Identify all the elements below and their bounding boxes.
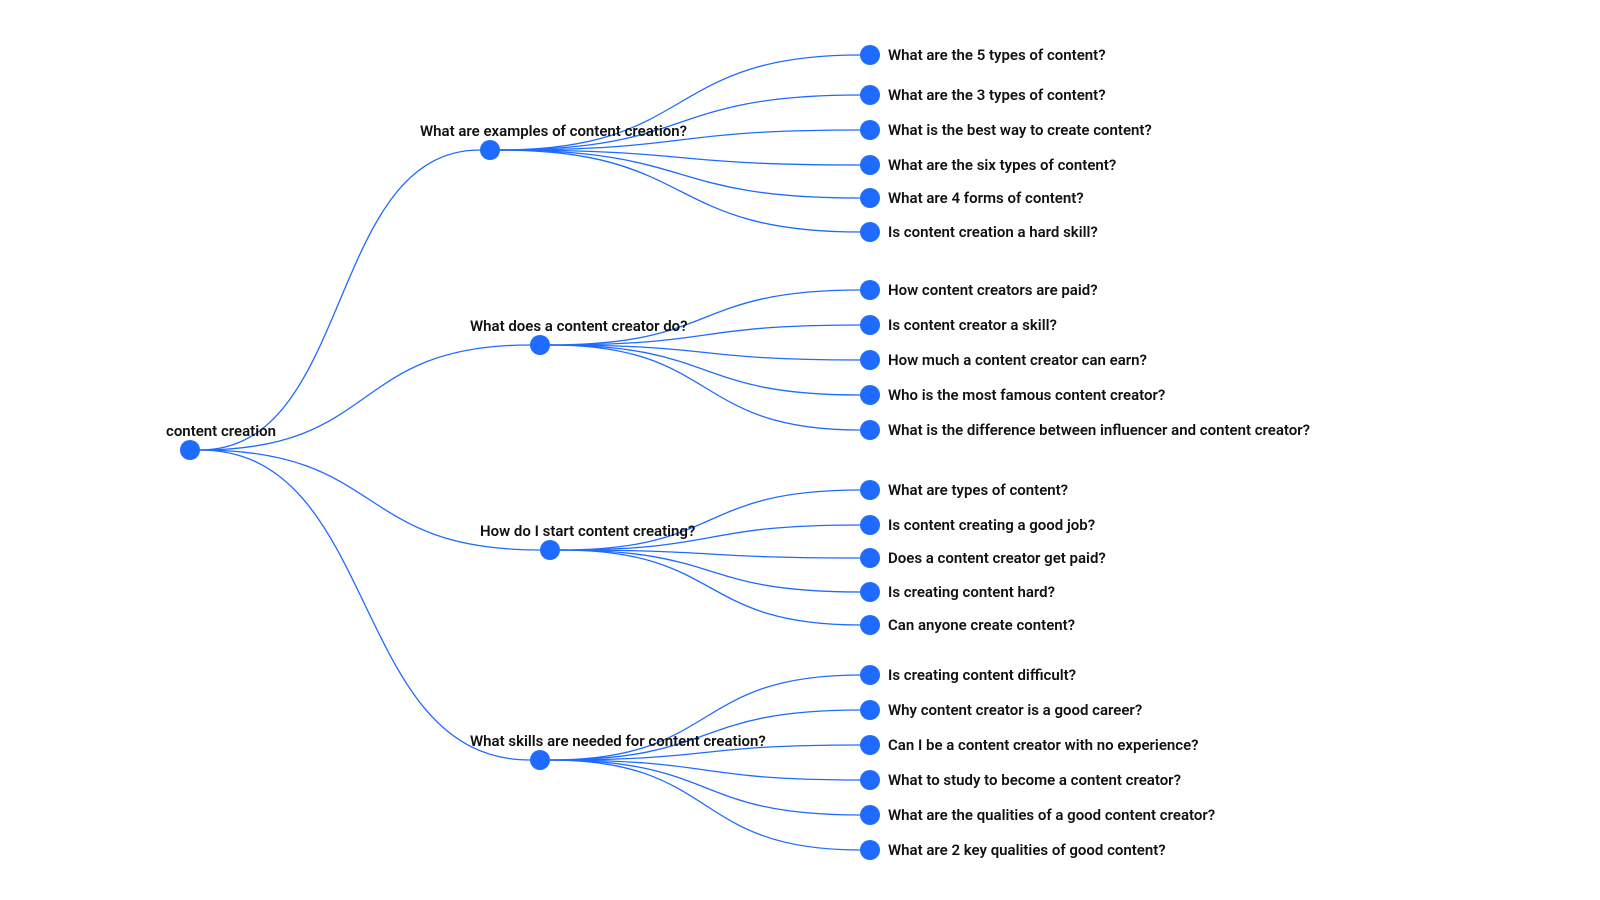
leaf-label: How content creators are paid? (888, 281, 1098, 299)
leaf-label: Is content creator a skill? (888, 316, 1057, 334)
edges-group (200, 55, 860, 850)
branch-label: What does a content creator do? (470, 317, 688, 335)
leaf-node[interactable] (860, 120, 880, 140)
leaf-node[interactable] (860, 222, 880, 242)
leaf-label: What are the qualities of a good content… (888, 806, 1215, 824)
leaf-node[interactable] (860, 420, 880, 440)
leaf-node[interactable] (860, 280, 880, 300)
edge-branch-to-leaf (560, 550, 860, 592)
leaf-label: What is the difference between influence… (888, 421, 1310, 439)
leaf-label: What is the best way to create content? (888, 121, 1152, 139)
edge-branch-to-leaf (560, 550, 860, 625)
leaf-node[interactable] (860, 615, 880, 635)
leaf-label: Who is the most famous content creator? (888, 386, 1165, 404)
leaf-label: What are 4 forms of content? (888, 189, 1084, 207)
leaf-node[interactable] (860, 840, 880, 860)
leaf-label: What are the six types of content? (888, 156, 1116, 174)
branch-node[interactable] (530, 335, 550, 355)
leaf-node[interactable] (860, 770, 880, 790)
edge-branch-to-leaf (550, 760, 860, 850)
edge-root-to-branch (200, 150, 480, 450)
leaf-node[interactable] (860, 805, 880, 825)
leaf-label: Is content creation a hard skill? (888, 223, 1098, 241)
leaf-label: What are the 5 types of content? (888, 46, 1106, 64)
leaf-label: What are types of content? (888, 481, 1068, 499)
leaf-node[interactable] (860, 515, 880, 535)
edge-branch-to-leaf (560, 490, 860, 550)
leaf-node[interactable] (860, 315, 880, 335)
leaf-node[interactable] (860, 188, 880, 208)
mindmap-canvas: content creation What are examples of con… (0, 0, 1600, 900)
leaf-label: How much a content creator can earn? (888, 351, 1147, 369)
edge-branch-to-leaf (500, 150, 860, 232)
leaf-label: Why content creator is a good career? (888, 701, 1142, 719)
leaf-node[interactable] (860, 665, 880, 685)
leaf-node[interactable] (860, 385, 880, 405)
root-node[interactable] (180, 440, 200, 460)
leaf-label: What to study to become a content creato… (888, 771, 1181, 789)
leaf-label: Can anyone create content? (888, 616, 1075, 634)
leaf-node[interactable] (860, 45, 880, 65)
leaf-label: What are 2 key qualities of good content… (888, 841, 1166, 859)
edge-branch-to-leaf (550, 760, 860, 815)
branch-node[interactable] (540, 540, 560, 560)
branch-label: What are examples of content creation? (420, 122, 687, 140)
branch-label: What skills are needed for content creat… (470, 732, 766, 750)
leaf-label: Does a content creator get paid? (888, 549, 1106, 567)
leaf-node[interactable] (860, 480, 880, 500)
leaf-label: Is creating content difficult? (888, 666, 1076, 684)
leaf-node[interactable] (860, 350, 880, 370)
leaf-label: Is creating content hard? (888, 583, 1055, 601)
root-label: content creation (166, 422, 276, 440)
leaf-node[interactable] (860, 155, 880, 175)
branch-node[interactable] (530, 750, 550, 770)
leaf-label: Is content creating a good job? (888, 516, 1095, 534)
edge-branch-to-leaf (550, 345, 860, 430)
leaf-node[interactable] (860, 85, 880, 105)
leaf-node[interactable] (860, 548, 880, 568)
leaf-label: What are the 3 types of content? (888, 86, 1106, 104)
branch-label: How do I start content creating? (480, 522, 695, 540)
leaf-node[interactable] (860, 700, 880, 720)
leaf-node[interactable] (860, 735, 880, 755)
leaf-label: Can I be a content creator with no exper… (888, 736, 1199, 754)
nodes-group: content creation What are examples of con… (166, 45, 1310, 860)
branch-node[interactable] (480, 140, 500, 160)
leaf-node[interactable] (860, 582, 880, 602)
